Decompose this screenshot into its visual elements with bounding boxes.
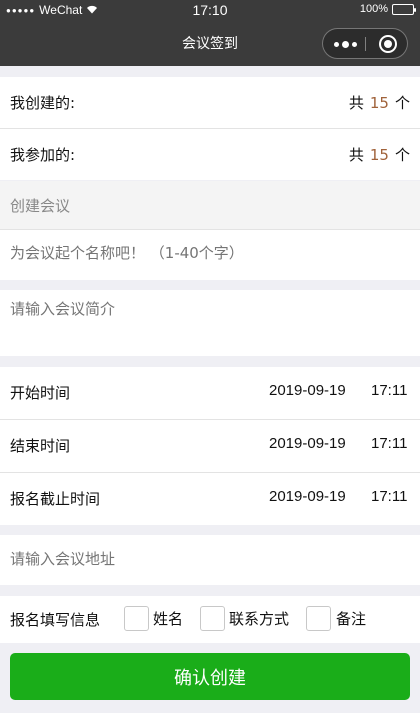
count-prefix: 共: [348, 146, 364, 164]
meeting-intro-row: [0, 290, 420, 356]
start-time-label: 开始时间: [10, 384, 71, 402]
deadline-label: 报名截止时间: [10, 490, 101, 508]
end-date-picker[interactable]: 2019-09-19: [269, 435, 346, 452]
create-meeting-section: 创建会议: [0, 181, 420, 229]
created-label: 我创建的:: [10, 94, 76, 112]
registration-info-row: 报名填写信息 姓名 联系方式 备注: [0, 596, 420, 643]
start-time-row[interactable]: 开始时间 2019-09-19 17:11: [0, 367, 420, 419]
meeting-name-row: [0, 230, 420, 280]
remark-checkbox-label: 备注: [336, 610, 367, 628]
start-date-picker[interactable]: 2019-09-19: [269, 382, 346, 399]
name-checkbox[interactable]: [124, 606, 149, 631]
count-suffix: 个: [394, 94, 410, 112]
close-mini-program-icon[interactable]: [379, 35, 397, 53]
count-prefix: 共: [348, 94, 364, 112]
meeting-name-input[interactable]: [10, 244, 410, 262]
end-time-label: 结束时间: [10, 437, 71, 455]
count-suffix: 个: [394, 146, 410, 164]
confirm-create-button[interactable]: 确认创建: [10, 653, 410, 700]
start-time-picker[interactable]: 17:11: [371, 382, 407, 399]
contact-checkbox[interactable]: [200, 606, 225, 631]
mini-program-capsule: [322, 28, 408, 59]
deadline-date-picker[interactable]: 2019-09-19: [269, 488, 346, 505]
joined-count: 共 15 个: [349, 144, 410, 165]
deadline-time-picker[interactable]: 17:11: [371, 488, 407, 505]
created-meetings-row[interactable]: 我创建的: 共 15 个: [0, 77, 420, 128]
battery-icon: [392, 3, 416, 15]
section-title: 创建会议: [10, 197, 71, 215]
deadline-row[interactable]: 报名截止时间 2019-09-19 17:11: [0, 473, 420, 525]
joined-meetings-row[interactable]: 我参加的: 共 15 个: [0, 129, 420, 180]
end-time-picker[interactable]: 17:11: [371, 435, 407, 452]
joined-count-number: 15: [369, 146, 389, 164]
joined-label: 我参加的:: [10, 146, 76, 164]
remark-checkbox[interactable]: [306, 606, 331, 631]
more-icon[interactable]: [332, 38, 358, 50]
created-count: 共 15 个: [349, 92, 410, 113]
contact-checkbox-label: 联系方式: [229, 610, 290, 628]
name-checkbox-label: 姓名: [153, 610, 184, 628]
capsule-divider: [365, 37, 366, 51]
meeting-intro-textarea[interactable]: [10, 300, 410, 318]
status-bar: ●●●●● WeChat 17:10 100%: [0, 0, 420, 21]
status-time: 17:10: [192, 2, 228, 18]
navigation-bar: 会议签到: [0, 21, 420, 66]
meeting-address-row: [0, 535, 420, 585]
created-count-number: 15: [369, 94, 389, 112]
battery-info: 100%: [359, 3, 416, 15]
registration-info-label: 报名填写信息: [10, 611, 101, 629]
meeting-address-input[interactable]: [10, 550, 410, 568]
battery-percent: 100%: [359, 3, 388, 15]
end-time-row[interactable]: 结束时间 2019-09-19 17:11: [0, 420, 420, 472]
